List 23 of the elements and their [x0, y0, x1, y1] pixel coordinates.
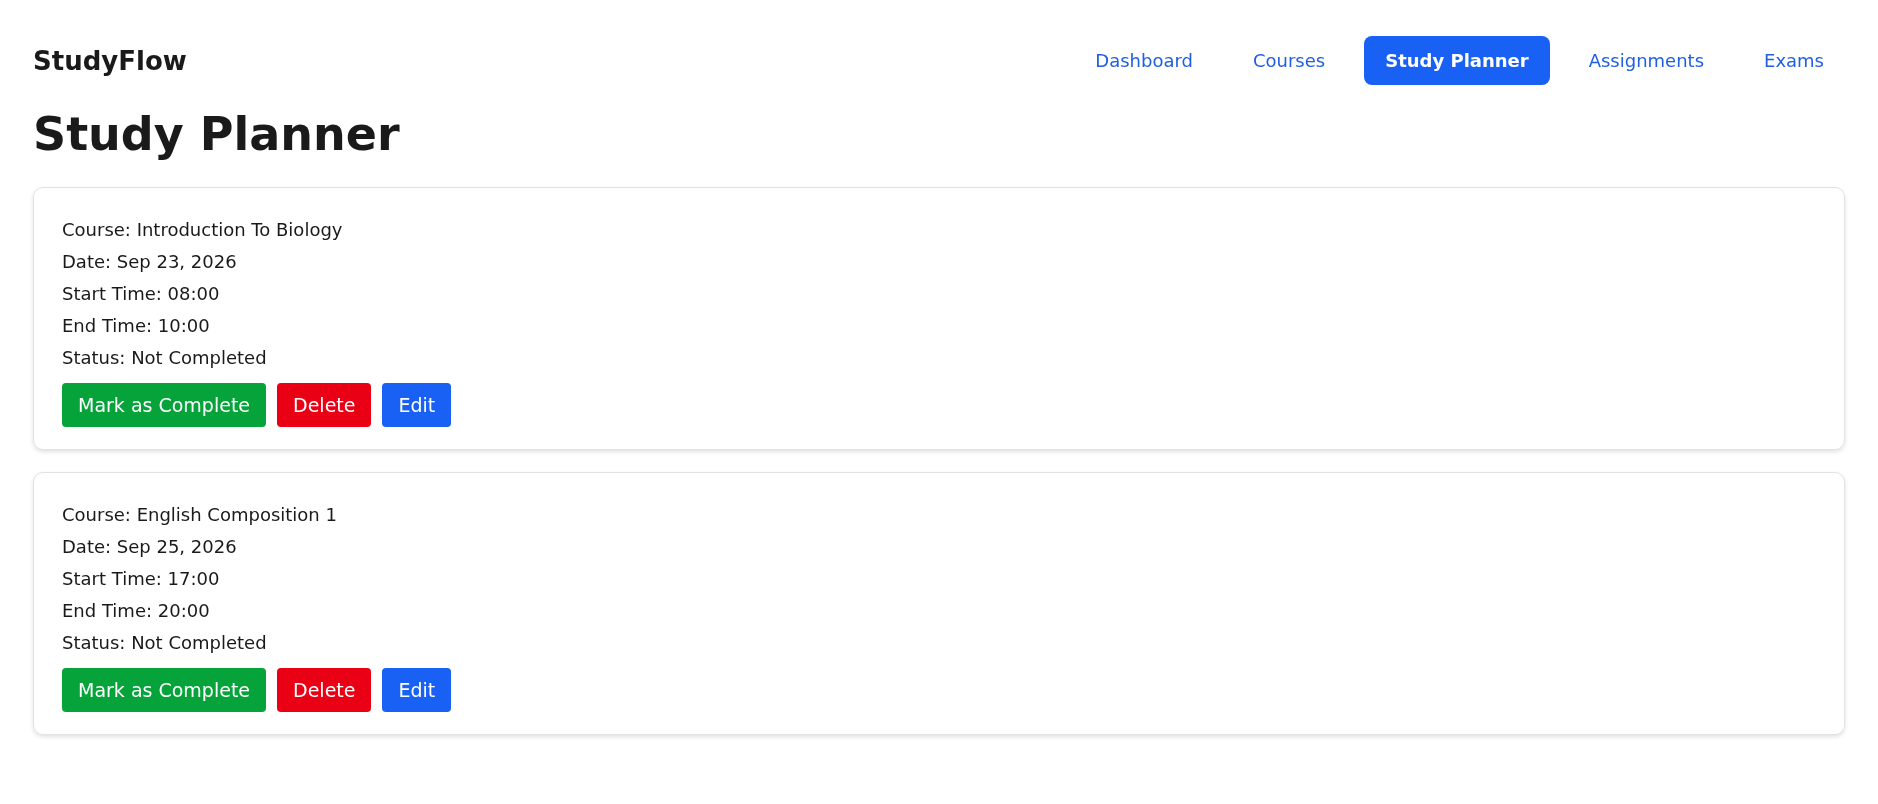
delete-button[interactable]: Delete	[277, 668, 372, 712]
delete-button[interactable]: Delete	[277, 383, 372, 427]
session-detail: Date: Sep 23, 2026	[62, 250, 238, 274]
edit-button[interactable]: Edit	[382, 383, 452, 427]
session-detail: Status: Not Completed	[62, 631, 268, 655]
session-detail: Start Time: 08:00	[62, 282, 221, 306]
session-detail: Course: Introduction To Biology	[62, 218, 344, 242]
nav-link[interactable]: Exams	[1743, 36, 1845, 85]
session-detail: Course: English Composition 1	[62, 503, 338, 527]
nav-link[interactable]: Dashboard	[1074, 36, 1214, 85]
session-detail: End Time: 10:00	[62, 314, 211, 338]
complete-button[interactable]: Mark as Complete	[62, 383, 267, 427]
session-detail: End Time: 20:00	[62, 599, 211, 623]
session-detail: Start Time: 17:00	[62, 567, 221, 591]
session-detail: Status: Not Completed	[62, 346, 268, 370]
brand-logo[interactable]: StudyFlow	[33, 45, 187, 76]
nav-link[interactable]: Study Planner	[1364, 36, 1550, 85]
nav-link[interactable]: Assignments	[1567, 36, 1726, 85]
edit-button[interactable]: Edit	[382, 668, 452, 712]
nav-link[interactable]: Courses	[1231, 36, 1347, 85]
complete-button[interactable]: Mark as Complete	[62, 668, 267, 712]
session-detail: Date: Sep 25, 2026	[62, 535, 238, 559]
page-title: Study Planner	[33, 107, 401, 161]
